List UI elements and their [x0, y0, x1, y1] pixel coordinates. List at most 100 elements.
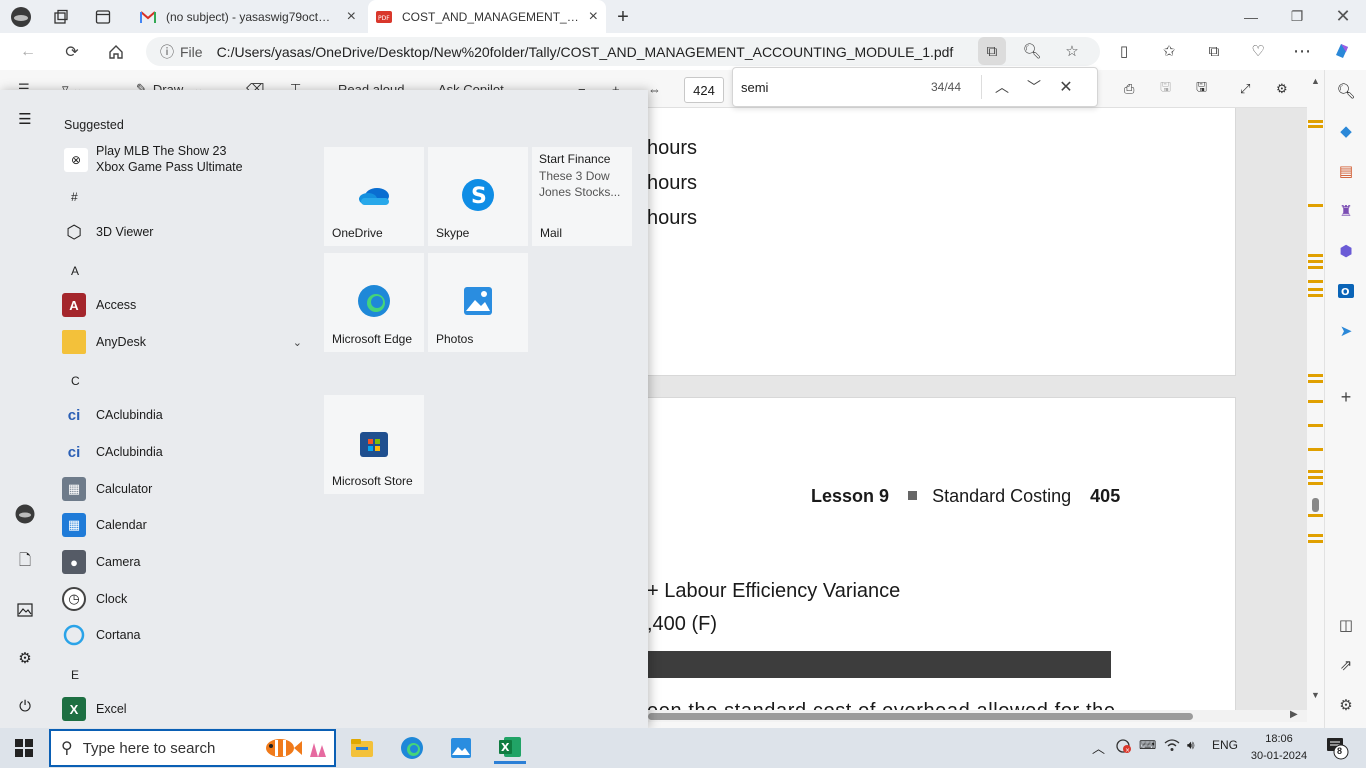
volume-icon[interactable]: 🔊︎	[1187, 738, 1195, 753]
user-avatar-icon[interactable]	[14, 503, 36, 525]
network-error-icon[interactable]: ×	[1115, 738, 1133, 757]
microsoft-365-icon[interactable]: ⬢	[1335, 240, 1357, 262]
group-letter-hash[interactable]: #	[71, 190, 78, 204]
group-letter-a[interactable]: A	[71, 264, 79, 278]
taskbar-file-explorer[interactable]	[346, 732, 378, 764]
horizontal-scrollbar[interactable]	[648, 710, 1307, 722]
sidebar-settings-gear-icon[interactable]: ⚙	[1335, 694, 1357, 716]
group-letter-c[interactable]: C	[71, 374, 80, 388]
scroll-down-arrow-icon[interactable]: ▼	[1311, 690, 1320, 700]
input-method-icon[interactable]: ⌨	[1139, 738, 1156, 752]
tab-gmail[interactable]: (no subject) - yasaswig79oct@gm ×	[132, 0, 364, 33]
pictures-icon[interactable]	[14, 599, 36, 621]
close-icon[interactable]: ×	[341, 8, 356, 26]
fit-width-icon[interactable]: ⇔	[648, 78, 661, 100]
chevron-down-icon[interactable]: ⌄	[293, 336, 302, 349]
shopping-tag-icon[interactable]: ◆	[1335, 120, 1357, 142]
outlook-icon[interactable]: O	[1335, 280, 1357, 302]
workspaces-icon[interactable]	[50, 6, 72, 28]
app-cortana[interactable]: Cortana	[62, 620, 312, 650]
app-camera[interactable]: ● Camera	[62, 547, 312, 577]
settings-gear-icon[interactable]: ⚙	[1276, 78, 1288, 100]
print-icon[interactable]: ⎙	[1124, 78, 1134, 100]
read-mode-icon[interactable]: ⧉	[978, 37, 1006, 65]
app-caclubindia[interactable]: ci CAclubindia	[62, 437, 312, 467]
games-icon[interactable]: ♜	[1335, 200, 1357, 222]
wifi-icon[interactable]	[1164, 738, 1180, 755]
info-icon[interactable]: ⓘ	[160, 42, 174, 62]
external-link-icon[interactable]: ⇗	[1335, 654, 1357, 676]
find-previous-icon[interactable]: ︿	[986, 71, 1018, 103]
notifications-icon[interactable]: 8	[1326, 736, 1350, 763]
start-button[interactable]	[0, 728, 48, 768]
new-tab-icon[interactable]: +	[612, 6, 634, 28]
profile-avatar-icon[interactable]	[10, 6, 32, 28]
app-label: Access	[96, 298, 137, 312]
clock-time: 18:06	[1265, 733, 1293, 745]
taskbar-excel[interactable]: X	[494, 732, 526, 764]
zoom-icon[interactable]: 🔍︎	[1018, 37, 1046, 65]
minimize-button[interactable]: —	[1228, 0, 1274, 33]
find-input[interactable]: semi	[741, 80, 931, 95]
language-indicator[interactable]: ENG	[1212, 738, 1238, 752]
back-arrow-icon[interactable]: ←	[16, 40, 40, 64]
scroll-right-arrow-icon[interactable]: ▶	[1290, 709, 1298, 720]
save-icon[interactable]: 🖫︎	[1160, 78, 1171, 100]
copilot-icon[interactable]	[1328, 37, 1356, 65]
browser-essentials-icon[interactable]: ♡	[1244, 37, 1272, 65]
refresh-icon[interactable]: ⟳	[60, 40, 84, 64]
documents-icon[interactable]: 🗋︎	[14, 551, 36, 573]
tools-toolbox-icon[interactable]: ▤	[1335, 160, 1357, 182]
tile-onedrive[interactable]: OneDrive	[324, 147, 424, 246]
taskbar-edge[interactable]	[396, 732, 428, 764]
suggested-app-mlb[interactable]: ⊗ Play MLB The Show 23 Xbox Game Pass Ul…	[62, 142, 312, 178]
close-icon[interactable]: ×	[583, 8, 598, 26]
tile-skype[interactable]: S Skype	[428, 147, 528, 246]
search-icon[interactable]: 🔍︎	[1335, 80, 1357, 102]
save-as-icon[interactable]: 🖫︎	[1196, 78, 1207, 100]
favorite-star-icon[interactable]: ☆	[1058, 37, 1086, 65]
group-letter-e[interactable]: E	[71, 668, 79, 682]
collections-icon[interactable]: ⧉	[1200, 37, 1228, 65]
find-next-icon[interactable]: ﹀	[1018, 71, 1050, 103]
tab-pdf[interactable]: PDF COST_AND_MANAGEMENT_ACCOUNTING_MODUL…	[368, 0, 606, 33]
home-icon[interactable]	[104, 40, 128, 64]
favorites-icon[interactable]: ✩	[1155, 37, 1183, 65]
app-excel[interactable]: X Excel	[62, 694, 312, 724]
scrollbar-thumb[interactable]	[1312, 498, 1319, 512]
settings-gear-icon[interactable]: ⚙	[14, 647, 36, 669]
vertical-scrollbar[interactable]: ▲ ▼	[1307, 70, 1324, 710]
page-number-input[interactable]: 424	[684, 77, 724, 103]
app-caclubindia[interactable]: ci CAclubindia	[62, 400, 312, 430]
scrollbar-thumb[interactable]	[648, 713, 1193, 720]
tile-mail[interactable]: Start Finance These 3 Dow Jones Stocks..…	[532, 147, 632, 246]
taskbar-photos[interactable]	[445, 732, 477, 764]
tile-photos[interactable]: Photos	[428, 253, 528, 352]
clock-date[interactable]: 18:06 30-01-2024	[1248, 731, 1310, 765]
restore-button[interactable]: ❐	[1274, 0, 1320, 33]
app-anydesk[interactable]: AnyDesk ⌄	[62, 327, 312, 357]
vertical-tabs-icon[interactable]	[92, 6, 114, 28]
close-icon[interactable]: ✕	[1050, 71, 1082, 103]
address-input[interactable]: ⓘ File C:/Users/yasas/OneDrive/Desktop/N…	[146, 37, 1100, 66]
tile-microsoft-edge[interactable]: Microsoft Edge	[324, 253, 424, 352]
hamburger-menu-icon[interactable]: ☰	[14, 108, 36, 130]
drop-send-icon[interactable]: ➤	[1335, 320, 1357, 342]
add-sidebar-icon[interactable]: +	[1335, 386, 1357, 408]
app-calculator[interactable]: ▦ Calculator	[62, 474, 312, 504]
taskbar-search-input[interactable]: ⚲ Type here to search	[49, 729, 336, 767]
split-screen-icon[interactable]: ▯	[1110, 37, 1138, 65]
app-access[interactable]: A Access	[62, 290, 312, 320]
app-clock[interactable]: ◷ Clock	[62, 584, 312, 614]
power-icon[interactable]: ⏻	[14, 695, 36, 717]
fullscreen-icon[interactable]: ⤢	[1240, 78, 1250, 100]
app-3d-viewer[interactable]: ⬡ 3D Viewer	[62, 217, 312, 247]
sidebar-layout-icon[interactable]: ◫	[1335, 614, 1357, 636]
app-calendar[interactable]: ▦ Calendar	[62, 510, 312, 540]
show-hidden-icons-chevron-up-icon[interactable]: ︿	[1092, 738, 1105, 757]
app-label: AnyDesk	[96, 335, 147, 349]
scroll-up-arrow-icon[interactable]: ▲	[1311, 76, 1320, 86]
more-menu-icon[interactable]: ⋯	[1288, 37, 1316, 65]
tile-microsoft-store[interactable]: Microsoft Store	[324, 395, 424, 494]
close-window-button[interactable]: ✕	[1320, 0, 1366, 33]
